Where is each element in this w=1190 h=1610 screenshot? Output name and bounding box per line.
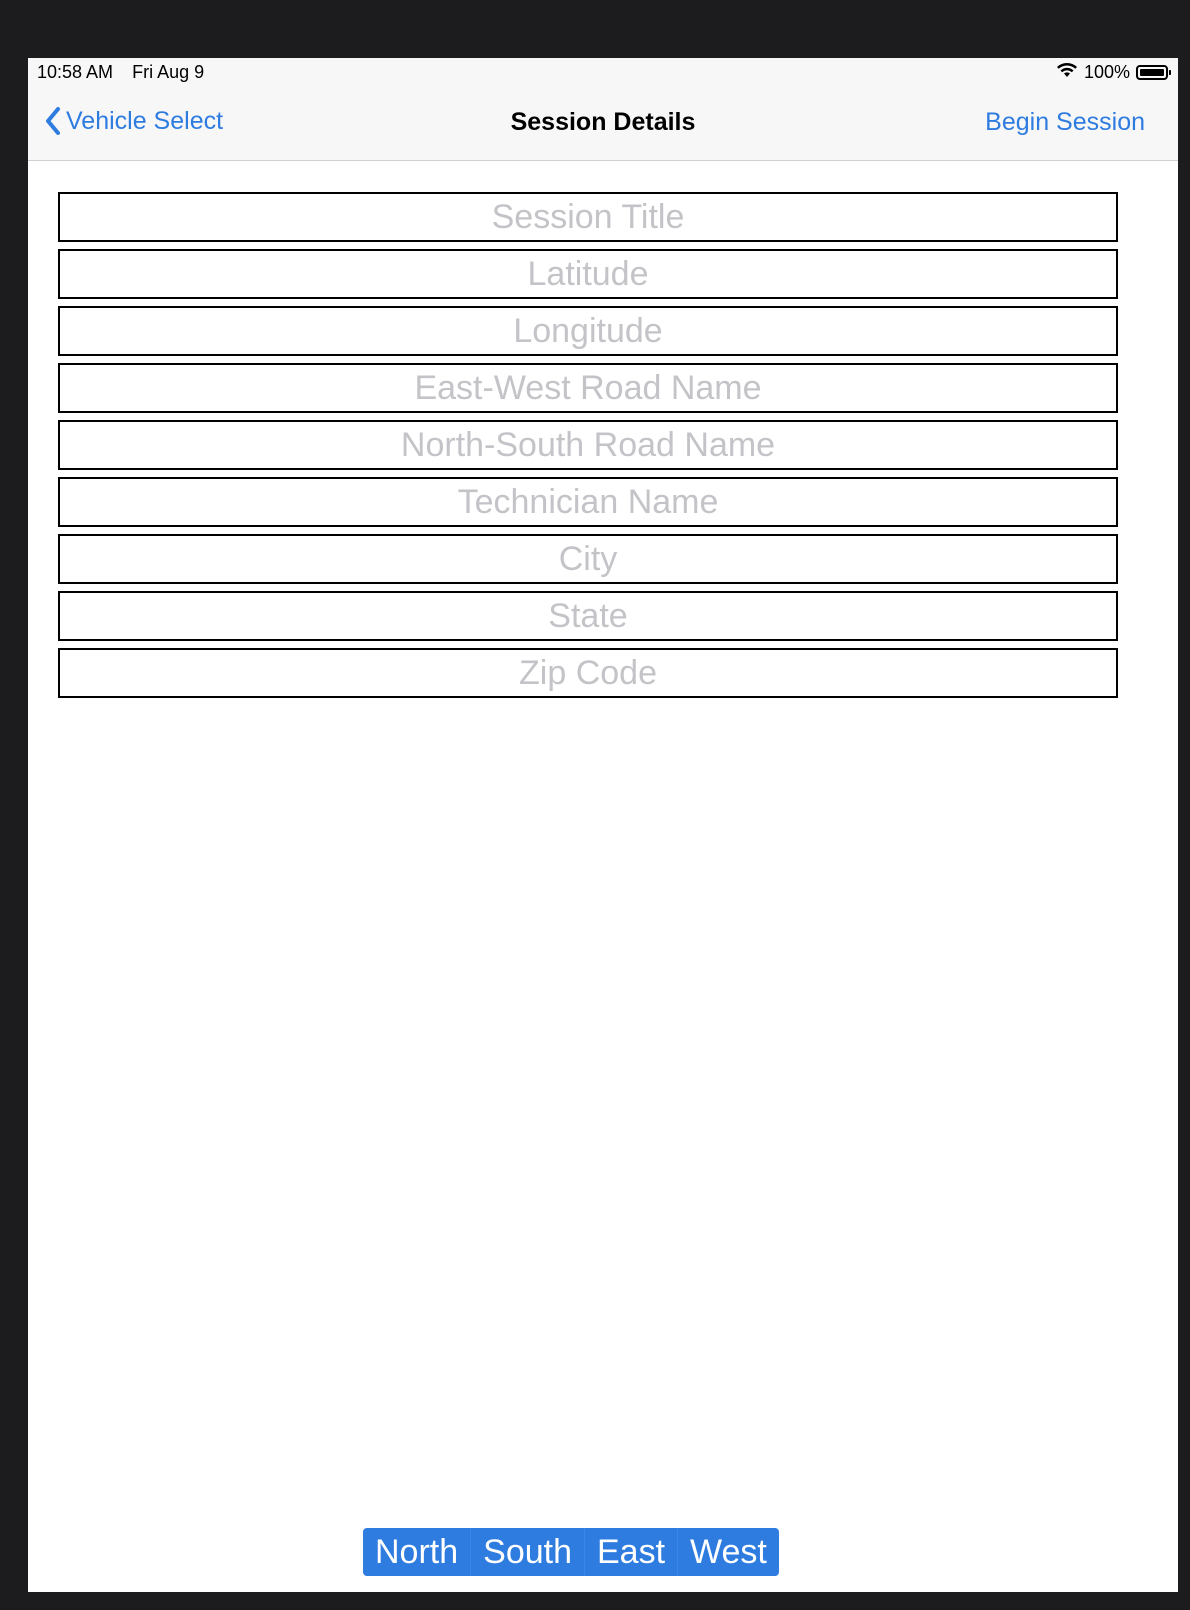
segment-west[interactable]: West [677, 1528, 779, 1576]
begin-session-button[interactable]: Begin Session [985, 108, 1145, 137]
latitude-field[interactable] [58, 249, 1118, 299]
longitude-field[interactable] [58, 306, 1118, 356]
chevron-left-icon [46, 107, 60, 135]
navigation-bar: Vehicle Select Session Details Begin Ses… [28, 88, 1178, 161]
city-field[interactable] [58, 534, 1118, 584]
status-time: 10:58 AM [37, 62, 114, 82]
east-west-road-name-field[interactable] [58, 363, 1118, 413]
north-south-road-name-field[interactable] [58, 420, 1118, 470]
segment-south[interactable]: South [470, 1528, 584, 1576]
session-details-form [58, 192, 1118, 705]
segment-north[interactable]: North [363, 1528, 470, 1576]
segment-east[interactable]: East [584, 1528, 677, 1576]
status-right: 100% [1056, 62, 1171, 83]
battery-percent: 100% [1083, 62, 1130, 82]
zip-code-field[interactable] [58, 648, 1118, 698]
direction-segmented-control: North South East West [363, 1528, 779, 1576]
back-button[interactable]: Vehicle Select [44, 106, 223, 136]
technician-name-field[interactable] [58, 477, 1118, 527]
session-title-field[interactable] [58, 192, 1118, 242]
status-bar: 10:58 AM Fri Aug 9 100% [28, 58, 1178, 88]
battery-icon [1136, 65, 1171, 80]
state-field[interactable] [58, 591, 1118, 641]
wifi-icon [1056, 62, 1078, 83]
status-left: 10:58 AM Fri Aug 9 [37, 62, 204, 83]
back-button-label: Vehicle Select [66, 106, 224, 135]
ipad-screen: 10:58 AM Fri Aug 9 100% Vehicle Select S… [28, 58, 1178, 1592]
status-date: Fri Aug 9 [132, 62, 205, 82]
